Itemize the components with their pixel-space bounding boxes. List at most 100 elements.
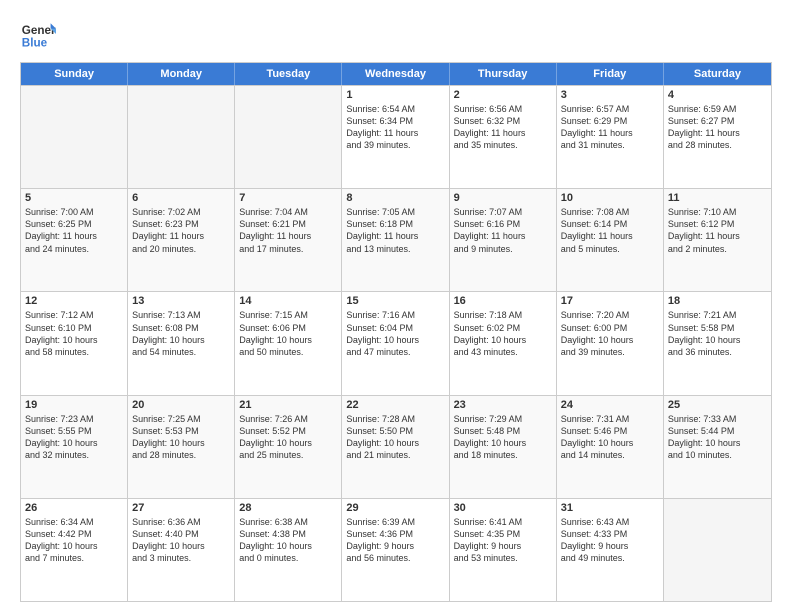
day-info: Sunrise: 7:10 AM Sunset: 6:12 PM Dayligh… (668, 206, 767, 255)
cal-cell: 7Sunrise: 7:04 AM Sunset: 6:21 PM Daylig… (235, 189, 342, 291)
cal-cell: 15Sunrise: 7:16 AM Sunset: 6:04 PM Dayli… (342, 292, 449, 394)
cal-cell: 10Sunrise: 7:08 AM Sunset: 6:14 PM Dayli… (557, 189, 664, 291)
day-info: Sunrise: 7:13 AM Sunset: 6:08 PM Dayligh… (132, 309, 230, 358)
logo: General Blue (20, 16, 56, 52)
svg-text:Blue: Blue (22, 37, 48, 50)
cal-cell: 31 Sunrise: 6:43 AM Sunset: 4:33 PM Dayli… (557, 499, 664, 601)
day-number: 1 (346, 89, 444, 101)
cal-cell: 5 Sunrise: 7:00 AM Sunset: 6:25 PM Daylig… (21, 189, 128, 291)
day-number: 24 (561, 399, 659, 411)
day-info: Sunrise: 7:23 AM Sunset: 5:55 PM Dayligh… (25, 413, 123, 462)
day-info: Sunrise: 6:56 AM Sunset: 6:32 PM Dayligh… (454, 103, 552, 152)
cal-cell: 2 Sunrise: 6:56 AM Sunset: 6:32 PM Daylig… (450, 86, 557, 188)
header: General Blue (20, 16, 772, 52)
cal-cell: 13 Sunrise: 7:13 AM Sunset: 6:08 PM Dayli… (128, 292, 235, 394)
header-day-monday: Monday (128, 63, 235, 85)
day-info: Sunrise: 6:41 AM Sunset: 4:35 PM Dayligh… (454, 516, 552, 565)
day-info: Sunrise: 7:16 AM Sunset: 6:04 PM Dayligh… (346, 309, 444, 358)
day-info: Sunrise: 6:34 AM Sunset: 4:42 PM Dayligh… (25, 516, 123, 565)
day-number: 25 (668, 399, 767, 411)
cal-cell: 3 Sunrise: 6:57 AM Sunset: 6:29 PM Daylig… (557, 86, 664, 188)
day-info: Sunrise: 7:05 AM Sunset: 6:18 PM Dayligh… (346, 206, 444, 255)
cal-cell: 19Sunrise: 7:23 AM Sunset: 5:55 PM Dayli… (21, 396, 128, 498)
day-number: 20 (132, 399, 230, 411)
day-info: Sunrise: 7:31 AM Sunset: 5:46 PM Dayligh… (561, 413, 659, 462)
day-number: 22 (346, 399, 444, 411)
day-number: 17 (561, 295, 659, 307)
cal-cell: 20 Sunrise: 7:25 AM Sunset: 5:53 PM Dayli… (128, 396, 235, 498)
cal-cell (21, 86, 128, 188)
header-day-tuesday: Tuesday (235, 63, 342, 85)
day-number: 28 (239, 502, 337, 514)
day-info: Sunrise: 6:36 AM Sunset: 4:40 PM Dayligh… (132, 516, 230, 565)
calendar-header: SundayMondayTuesdayWednesdayThursdayFrid… (21, 63, 771, 85)
day-number: 30 (454, 502, 552, 514)
day-number: 6 (132, 192, 230, 204)
cal-cell: 28 Sunrise: 6:38 AM Sunset: 4:38 PM Dayli… (235, 499, 342, 601)
cal-cell: 6 Sunrise: 7:02 AM Sunset: 6:23 PM Daylig… (128, 189, 235, 291)
day-info: Sunrise: 6:43 AM Sunset: 4:33 PM Dayligh… (561, 516, 659, 565)
header-day-saturday: Saturday (664, 63, 771, 85)
cal-cell: 4 Sunrise: 6:59 AM Sunset: 6:27 PM Daylig… (664, 86, 771, 188)
day-number: 3 (561, 89, 659, 101)
cal-cell: 27 Sunrise: 6:36 AM Sunset: 4:40 PM Dayli… (128, 499, 235, 601)
cal-cell: 22 Sunrise: 7:28 AM Sunset: 5:50 PM Dayli… (342, 396, 449, 498)
calendar-row-5: 26Sunrise: 6:34 AM Sunset: 4:42 PM Dayli… (21, 498, 771, 601)
day-number: 31 (561, 502, 659, 514)
header-day-sunday: Sunday (21, 63, 128, 85)
calendar-body: 1 Sunrise: 6:54 AM Sunset: 6:34 PM Daylig… (21, 85, 771, 601)
cal-cell: 29 Sunrise: 6:39 AM Sunset: 4:36 PM Dayli… (342, 499, 449, 601)
day-info: Sunrise: 7:15 AM Sunset: 6:06 PM Dayligh… (239, 309, 337, 358)
day-number: 7 (239, 192, 337, 204)
day-number: 23 (454, 399, 552, 411)
day-number: 4 (668, 89, 767, 101)
day-info: Sunrise: 7:20 AM Sunset: 6:00 PM Dayligh… (561, 309, 659, 358)
cal-cell: 11 Sunrise: 7:10 AM Sunset: 6:12 PM Dayli… (664, 189, 771, 291)
day-info: Sunrise: 6:39 AM Sunset: 4:36 PM Dayligh… (346, 516, 444, 565)
day-number: 11 (668, 192, 767, 204)
header-day-wednesday: Wednesday (342, 63, 449, 85)
day-number: 12 (25, 295, 123, 307)
day-number: 14 (239, 295, 337, 307)
day-info: Sunrise: 7:33 AM Sunset: 5:44 PM Dayligh… (668, 413, 767, 462)
day-info: Sunrise: 6:59 AM Sunset: 6:27 PM Dayligh… (668, 103, 767, 152)
day-number: 27 (132, 502, 230, 514)
day-info: Sunrise: 6:38 AM Sunset: 4:38 PM Dayligh… (239, 516, 337, 565)
cal-cell (235, 86, 342, 188)
day-number: 18 (668, 295, 767, 307)
day-info: Sunrise: 7:08 AM Sunset: 6:14 PM Dayligh… (561, 206, 659, 255)
calendar-row-1: 1 Sunrise: 6:54 AM Sunset: 6:34 PM Daylig… (21, 85, 771, 188)
day-number: 29 (346, 502, 444, 514)
cal-cell: 14 Sunrise: 7:15 AM Sunset: 6:06 PM Dayli… (235, 292, 342, 394)
day-info: Sunrise: 7:29 AM Sunset: 5:48 PM Dayligh… (454, 413, 552, 462)
day-number: 2 (454, 89, 552, 101)
day-info: Sunrise: 6:57 AM Sunset: 6:29 PM Dayligh… (561, 103, 659, 152)
day-number: 13 (132, 295, 230, 307)
cal-cell: 26Sunrise: 6:34 AM Sunset: 4:42 PM Dayli… (21, 499, 128, 601)
cal-cell: 18Sunrise: 7:21 AM Sunset: 5:58 PM Dayli… (664, 292, 771, 394)
day-info: Sunrise: 7:25 AM Sunset: 5:53 PM Dayligh… (132, 413, 230, 462)
day-number: 16 (454, 295, 552, 307)
day-info: Sunrise: 7:00 AM Sunset: 6:25 PM Dayligh… (25, 206, 123, 255)
day-info: Sunrise: 7:18 AM Sunset: 6:02 PM Dayligh… (454, 309, 552, 358)
calendar-row-3: 12Sunrise: 7:12 AM Sunset: 6:10 PM Dayli… (21, 291, 771, 394)
cal-cell (664, 499, 771, 601)
day-number: 9 (454, 192, 552, 204)
day-number: 5 (25, 192, 123, 204)
header-day-friday: Friday (557, 63, 664, 85)
cal-cell: 30 Sunrise: 6:41 AM Sunset: 4:35 PM Dayli… (450, 499, 557, 601)
page: General Blue SundayMondayTuesdayWednesda… (0, 0, 792, 612)
day-info: Sunrise: 7:02 AM Sunset: 6:23 PM Dayligh… (132, 206, 230, 255)
day-info: Sunrise: 6:54 AM Sunset: 6:34 PM Dayligh… (346, 103, 444, 152)
cal-cell: 17 Sunrise: 7:20 AM Sunset: 6:00 PM Dayli… (557, 292, 664, 394)
calendar: SundayMondayTuesdayWednesdayThursdayFrid… (20, 62, 772, 602)
cal-cell: 8 Sunrise: 7:05 AM Sunset: 6:18 PM Daylig… (342, 189, 449, 291)
cal-cell: 12Sunrise: 7:12 AM Sunset: 6:10 PM Dayli… (21, 292, 128, 394)
cal-cell: 24 Sunrise: 7:31 AM Sunset: 5:46 PM Dayli… (557, 396, 664, 498)
cal-cell: 25 Sunrise: 7:33 AM Sunset: 5:44 PM Dayli… (664, 396, 771, 498)
day-info: Sunrise: 7:28 AM Sunset: 5:50 PM Dayligh… (346, 413, 444, 462)
cal-cell (128, 86, 235, 188)
day-number: 8 (346, 192, 444, 204)
cal-cell: 16 Sunrise: 7:18 AM Sunset: 6:02 PM Dayli… (450, 292, 557, 394)
calendar-row-4: 19Sunrise: 7:23 AM Sunset: 5:55 PM Dayli… (21, 395, 771, 498)
